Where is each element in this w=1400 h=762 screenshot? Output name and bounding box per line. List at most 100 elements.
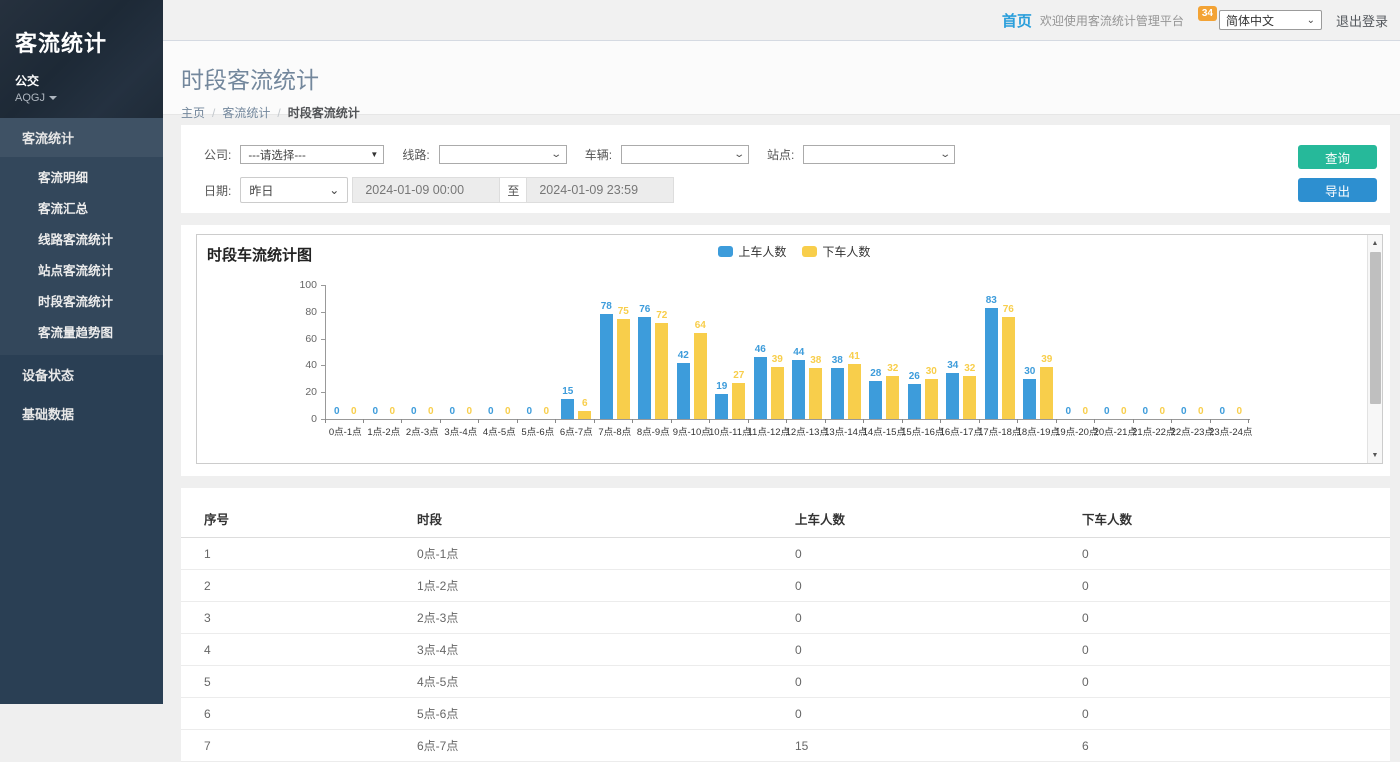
x-tick-mark [595,419,634,423]
company-select-value: ---请选择--- [248,147,305,163]
date-preset-value: 昨日 [249,182,273,199]
bar [754,357,767,419]
sidebar-item[interactable]: 客流汇总 [0,192,163,223]
table-cell: 6 [181,698,417,730]
y-tick-label: 60 [287,333,317,345]
bar-value-label: 46 [755,344,766,355]
x-axis-label: 18点-19点 [1019,424,1058,438]
chevron-down-icon: ⌄ [1307,15,1315,26]
bar-value-label: 0 [1198,406,1204,417]
notification-badge: 34 [1198,6,1217,21]
dropdown-arrow-icon: ▼ [370,150,378,159]
sidebar-item[interactable]: 客流明细 [0,161,163,192]
bar-group: 00 [1212,285,1251,419]
sidebar-section-0[interactable]: 客流统计 [0,118,163,157]
date-end-input[interactable]: 2024-01-09 23:59 [526,177,674,203]
language-select[interactable]: 简体中文 ⌄ [1219,10,1322,30]
language-select-value: 简体中文 [1226,12,1274,29]
query-button[interactable]: 查询 [1298,145,1377,169]
user-name: AQGJ [15,92,45,104]
breadcrumb-item[interactable]: 客流统计 [222,106,270,120]
sidebar-section-2[interactable]: 基础数据 [0,394,163,433]
x-axis-label: 8点-9点 [634,424,673,438]
bar-column: 0 [1156,285,1169,419]
x-axis-label: 22点-23点 [1173,424,1212,438]
x-axis-label: 21点-22点 [1135,424,1174,438]
table-cell: 0 [795,570,1082,602]
bar-value-label: 39 [772,354,783,365]
x-axis-label: 16点-17点 [942,424,981,438]
vertical-scrollbar[interactable]: ▲ ▼ [1367,235,1382,463]
x-tick-mark [1134,419,1173,423]
date-start-input[interactable]: 2024-01-09 00:00 [352,177,500,203]
bar-value-label: 0 [526,406,532,417]
bar-value-label: 75 [618,306,629,317]
home-link[interactable]: 首页 [1002,10,1032,31]
vehicle-select[interactable]: ⌄ [621,145,749,164]
scrollbar-thumb[interactable] [1370,252,1381,404]
sidebar-item[interactable]: 线路客流统计 [0,223,163,254]
bar-value-label: 72 [656,310,667,321]
date-preset-select[interactable]: 昨日 ⌄ [240,177,348,203]
bar-column: 0 [424,285,437,419]
bar-group: 4264 [673,285,712,419]
bar-column: 64 [694,285,707,419]
caret-down-icon [49,96,57,100]
x-axis-label: 2点-3点 [403,424,442,438]
bar-group: 00 [365,285,404,419]
bar-column: 0 [330,285,343,419]
bar-column: 0 [407,285,420,419]
scroll-up-icon[interactable]: ▲ [1368,235,1382,251]
bar-value-label: 83 [986,295,997,306]
table-row: 10点-1点00 [181,538,1390,570]
sidebar-item[interactable]: 站点客流统计 [0,254,163,285]
x-tick-mark [633,419,672,423]
scroll-down-icon[interactable]: ▼ [1368,447,1382,463]
table-row: 54点-5点00 [181,666,1390,698]
bar-column: 76 [638,285,651,419]
x-tick-mark [479,419,518,423]
table-row: 76点-7点156 [181,730,1390,762]
company-select[interactable]: ---请选择--- ▼ [240,145,384,164]
bar-column: 0 [386,285,399,419]
line-select[interactable]: ⌄ [439,145,567,164]
x-tick-mark [864,419,903,423]
x-tick-mark [980,419,1019,423]
bar-column: 38 [809,285,822,419]
sidebar-section-1[interactable]: 设备状态 [0,355,163,394]
bar-column: 32 [886,285,899,419]
bar-column: 0 [369,285,382,419]
bar-column: 0 [484,285,497,419]
bar [869,381,882,419]
logout-link[interactable]: 退出登录 [1336,11,1388,30]
bar-group: 3432 [942,285,981,419]
bar-column: 0 [1139,285,1152,419]
bar [677,363,690,419]
bar-column: 44 [792,285,805,419]
bar-value-label: 6 [582,398,588,409]
y-tick-label: 100 [287,279,317,291]
content: 公司: ---请选择--- ▼ 线路: ⌄ 车辆: ⌄ 站点: [163,115,1400,704]
main-area: 首页 欢迎使用客流统计管理平台 34 简体中文 ⌄ 退出登录 时段客流统计 主页… [163,0,1400,704]
bar-column: 15 [561,285,574,419]
bar-group: 00 [326,285,365,419]
user-menu[interactable]: AQGJ [15,92,163,104]
table-column-header: 下车人数 [1082,500,1390,538]
x-tick-row [325,419,1249,423]
table-cell: 5 [181,666,417,698]
welcome-text: 欢迎使用客流统计管理平台 [1040,12,1184,29]
breadcrumb-item[interactable]: 主页 [181,106,205,120]
station-select[interactable]: ⌄ [803,145,955,164]
sidebar-item[interactable]: 客流量趋势图 [0,316,163,347]
x-tick-mark [787,419,826,423]
bar-value-label: 0 [505,406,511,417]
bar-value-label: 34 [947,360,958,371]
bar-value-label: 41 [849,351,860,362]
bar-column: 0 [446,285,459,419]
x-tick-mark [518,419,557,423]
table-cell: 4 [181,634,417,666]
bar [1023,379,1036,419]
bar-value-label: 15 [562,386,573,397]
sidebar-item[interactable]: 时段客流统计 [0,285,163,316]
export-button[interactable]: 导出 [1298,178,1377,202]
